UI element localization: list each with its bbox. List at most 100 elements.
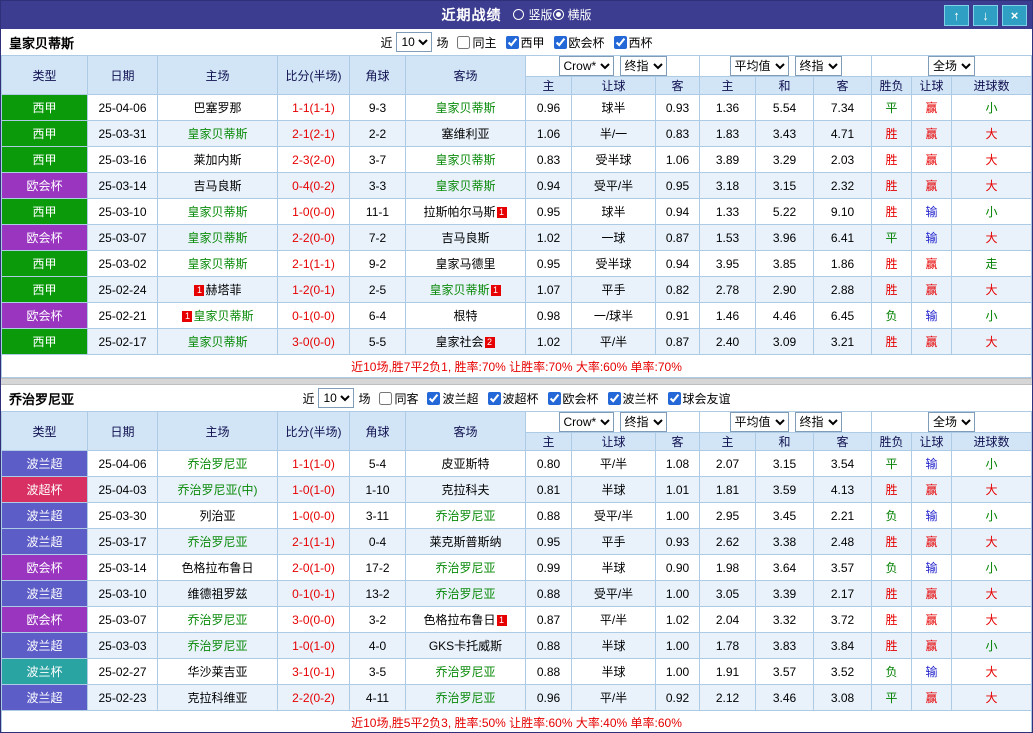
result-handicap: 赢 (911, 250, 953, 277)
filter-checkbox[interactable] (667, 391, 681, 405)
euro-draw-odds: 3.64 (755, 554, 814, 581)
match-row: 波超杯 25-04-03 乔治罗尼亚(中) 1-0(1-0) 1-10 克拉科夫 0.81 半… (1, 476, 1032, 503)
euro-time-select[interactable]: 终指 (794, 412, 842, 432)
odds-time-select[interactable]: 终指 (619, 412, 667, 432)
league-badge: 西甲 (1, 276, 88, 303)
euro-draw-odds: 3.38 (755, 528, 814, 555)
corner-score: 2-2 (349, 120, 406, 147)
match-date: 25-02-27 (87, 658, 158, 685)
home-odds: 1.06 (525, 120, 572, 147)
away-team: 皇家贝蒂斯 1 (405, 276, 526, 303)
result-goals: 小 (951, 94, 1032, 121)
euro-home-odds: 3.18 (699, 172, 756, 199)
filter-同主[interactable]: 同主 (457, 34, 497, 51)
result-handicap: 赢 (911, 146, 953, 173)
filter-球会友谊[interactable]: 球会友谊 (667, 390, 731, 407)
result-outcome: 胜 (871, 146, 913, 173)
away-odds: 0.94 (655, 250, 700, 277)
layout-radio-group: 竖版 横版 (513, 6, 592, 25)
home-odds: 0.96 (525, 94, 572, 121)
handicap: 平/半 (571, 606, 656, 633)
league-badge: 西甲 (1, 198, 88, 225)
match-date: 25-03-17 (87, 528, 158, 555)
filter-checkbox[interactable] (613, 35, 627, 49)
corner-score: 6-4 (349, 302, 406, 329)
euro-type-select[interactable]: 平均值 (729, 56, 789, 76)
result-outcome: 胜 (871, 606, 913, 633)
result-goals: 小 (951, 502, 1032, 529)
filter-checkbox[interactable] (379, 391, 393, 405)
dropdown-group: 全场 (871, 411, 1032, 433)
filter-波兰杯[interactable]: 波兰杯 (607, 390, 659, 407)
score: 1-0(0-0) (277, 502, 350, 529)
match-row: 波兰超 25-03-03 乔治罗尼亚 1-0(1-0) 4-0 GKS卡托威斯 0.88 半球… (1, 632, 1032, 659)
filter-西甲[interactable]: 西甲 (505, 34, 545, 51)
match-count-select[interactable]: 10 (396, 32, 433, 52)
match-date: 25-02-21 (87, 302, 158, 329)
away-team: 色格拉布鲁日 1 (405, 606, 526, 633)
euro-time-select[interactable]: 终指 (794, 56, 842, 76)
sub-col-header: 让球 (911, 432, 953, 451)
move-down-button[interactable]: ↓ (973, 4, 998, 26)
filter-checkbox[interactable] (457, 35, 471, 49)
euro-home-odds: 2.95 (699, 502, 756, 529)
away-odds: 0.87 (655, 224, 700, 251)
filter-label: 波兰超 (442, 391, 479, 406)
filter-欧会杯[interactable]: 欧会杯 (553, 34, 605, 51)
up-arrow-icon: ↑ (953, 7, 960, 23)
away-team-name: 吉马良斯 (441, 231, 490, 245)
layout-radio-竖版[interactable]: 竖版 (513, 6, 553, 23)
handicap: 平/半 (571, 328, 656, 355)
result-goals: 大 (951, 120, 1032, 147)
euro-away-odds: 1.86 (812, 250, 873, 277)
match-count-select[interactable]: 10 (318, 388, 355, 408)
away-team: 皇家社会 2 (405, 328, 526, 355)
corner-score: 3-7 (349, 146, 406, 173)
filter-label: 西杯 (628, 35, 653, 50)
away-team-name: 塞维利亚 (441, 127, 490, 141)
filter-同客[interactable]: 同客 (379, 390, 418, 407)
filter-checkbox[interactable] (553, 35, 567, 49)
layout-radio-横版[interactable]: 横版 (552, 6, 592, 23)
filter-西杯[interactable]: 西杯 (613, 34, 653, 51)
euro-home-odds: 1.53 (699, 224, 756, 251)
handicap: 一球 (571, 224, 656, 251)
filter-checkbox[interactable] (607, 391, 621, 405)
dropdown-group: 平均值 终指 (698, 55, 873, 77)
away-team: 乔治罗尼亚 (405, 684, 526, 711)
filter-checkbox[interactable] (427, 391, 441, 405)
odds-company-select[interactable]: Crow* (558, 412, 614, 432)
odds-time-select[interactable]: 终指 (619, 56, 667, 76)
odds-company-select[interactable]: Crow* (558, 56, 614, 76)
result-handicap: 赢 (911, 172, 953, 199)
away-team-name: 皇家贝蒂斯 (435, 101, 496, 115)
home-team: 乔治罗尼亚 (157, 450, 278, 477)
close-button[interactable]: × (1002, 4, 1027, 26)
filter-checkbox[interactable] (487, 391, 501, 405)
sub-col-header: 让球 (571, 432, 656, 451)
away-team-name: 根特 (453, 309, 478, 323)
col-header: 角球 (349, 55, 406, 95)
scope-select[interactable]: 全场 (928, 412, 975, 432)
filter-checkbox[interactable] (505, 35, 519, 49)
filter-欧会杯[interactable]: 欧会杯 (547, 390, 599, 407)
home-team-name: 乔治罗尼亚 (187, 613, 248, 627)
radio-label: 竖版 (528, 7, 553, 22)
move-up-button[interactable]: ↑ (944, 4, 969, 26)
away-team: 皇家贝蒂斯 (405, 94, 526, 121)
filter-波超杯[interactable]: 波超杯 (487, 390, 539, 407)
result-outcome: 负 (871, 502, 913, 529)
euro-type-select[interactable]: 平均值 (729, 412, 789, 432)
result-outcome: 胜 (871, 172, 913, 199)
home-team: 莱加内斯 (157, 146, 278, 173)
filter-波兰超[interactable]: 波兰超 (427, 390, 479, 407)
result-handicap: 赢 (911, 580, 953, 607)
result-outcome: 负 (871, 658, 913, 685)
scope-select[interactable]: 全场 (928, 56, 975, 76)
sub-col-header: 客 (812, 432, 873, 451)
filter-checkbox[interactable] (547, 391, 561, 405)
filter-label: 欧会杯 (568, 35, 605, 50)
sub-col-header: 主 (699, 76, 756, 95)
match-date: 25-03-03 (87, 632, 158, 659)
euro-away-odds: 3.21 (812, 328, 873, 355)
